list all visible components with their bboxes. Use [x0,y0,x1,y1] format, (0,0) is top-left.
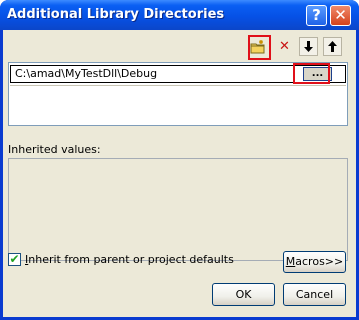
cancel-button[interactable]: Cancel [283,283,346,306]
title-bar[interactable]: Additional Library Directories ? ✕ [0,0,359,30]
move-down-button[interactable] [299,37,318,56]
new-line-highlight [248,35,271,60]
inherited-values-list [8,158,348,261]
macros-button[interactable]: Macros>> [283,251,346,273]
move-up-button[interactable] [323,37,342,56]
inherited-values-label: Inherited values: [8,143,101,156]
close-button[interactable]: ✕ [330,5,351,26]
arrow-down-icon [304,41,313,52]
help-button[interactable]: ? [306,5,327,26]
inherit-checkbox[interactable]: ✔ [8,253,21,266]
dialog-window: Additional Library Directories ? ✕ ✕ C:\… [0,0,359,320]
inherit-checkbox-label[interactable]: Inherit from parent or project defaults [25,253,234,266]
delete-button[interactable]: ✕ [275,37,294,56]
dialog-title: Additional Library Directories [7,7,225,22]
dialog-client-area: ✕ C:\amad\MyTestDll\Debug ... Inherited … [3,30,356,317]
arrow-up-icon [328,41,337,52]
directory-path-input[interactable]: C:\amad\MyTestDll\Debug [15,67,157,80]
browse-highlight [293,63,330,84]
list-divider [10,85,346,86]
ok-button[interactable]: OK [212,283,275,306]
